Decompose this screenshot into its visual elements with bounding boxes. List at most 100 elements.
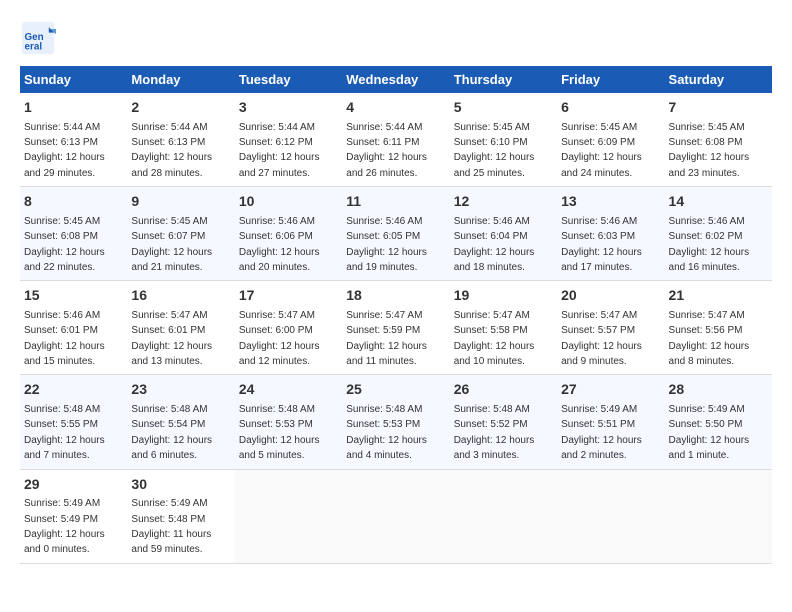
calendar-row: 22 Sunrise: 5:48 AMSunset: 5:55 PMDaylig…	[20, 375, 772, 469]
day-number: 15	[24, 286, 123, 306]
day-info: Sunrise: 5:44 AMSunset: 6:12 PMDaylight:…	[239, 122, 320, 179]
day-info: Sunrise: 5:45 AMSunset: 6:07 PMDaylight:…	[131, 216, 212, 273]
calendar-cell: 5 Sunrise: 5:45 AMSunset: 6:10 PMDayligh…	[450, 93, 557, 187]
day-info: Sunrise: 5:45 AMSunset: 6:08 PMDaylight:…	[669, 122, 750, 179]
calendar-cell: 27 Sunrise: 5:49 AMSunset: 5:51 PMDaylig…	[557, 375, 664, 469]
calendar-cell: 14 Sunrise: 5:46 AMSunset: 6:02 PMDaylig…	[665, 187, 772, 281]
day-info: Sunrise: 5:47 AMSunset: 5:58 PMDaylight:…	[454, 310, 535, 367]
day-info: Sunrise: 5:45 AMSunset: 6:10 PMDaylight:…	[454, 122, 535, 179]
day-number: 3	[239, 98, 338, 118]
day-info: Sunrise: 5:45 AMSunset: 6:08 PMDaylight:…	[24, 216, 105, 273]
calendar-cell: 23 Sunrise: 5:48 AMSunset: 5:54 PMDaylig…	[127, 375, 234, 469]
day-info: Sunrise: 5:47 AMSunset: 6:01 PMDaylight:…	[131, 310, 212, 367]
day-number: 14	[669, 192, 768, 212]
day-info: Sunrise: 5:46 AMSunset: 6:02 PMDaylight:…	[669, 216, 750, 273]
calendar-cell	[450, 469, 557, 563]
day-info: Sunrise: 5:45 AMSunset: 6:09 PMDaylight:…	[561, 122, 642, 179]
calendar-cell: 3 Sunrise: 5:44 AMSunset: 6:12 PMDayligh…	[235, 93, 342, 187]
calendar-cell: 6 Sunrise: 5:45 AMSunset: 6:09 PMDayligh…	[557, 93, 664, 187]
day-number: 29	[24, 475, 123, 495]
calendar-cell: 1 Sunrise: 5:44 AMSunset: 6:13 PMDayligh…	[20, 93, 127, 187]
calendar-cell: 25 Sunrise: 5:48 AMSunset: 5:53 PMDaylig…	[342, 375, 449, 469]
day-number: 10	[239, 192, 338, 212]
day-number: 23	[131, 380, 230, 400]
day-number: 6	[561, 98, 660, 118]
day-number: 30	[131, 475, 230, 495]
day-number: 1	[24, 98, 123, 118]
day-info: Sunrise: 5:44 AMSunset: 6:13 PMDaylight:…	[131, 122, 212, 179]
calendar-cell: 10 Sunrise: 5:46 AMSunset: 6:06 PMDaylig…	[235, 187, 342, 281]
calendar-cell: 13 Sunrise: 5:46 AMSunset: 6:03 PMDaylig…	[557, 187, 664, 281]
day-info: Sunrise: 5:47 AMSunset: 6:00 PMDaylight:…	[239, 310, 320, 367]
logo-icon: Gen eral	[20, 20, 56, 56]
weekday-header-row: SundayMondayTuesdayWednesdayThursdayFrid…	[20, 66, 772, 93]
day-info: Sunrise: 5:49 AMSunset: 5:51 PMDaylight:…	[561, 404, 642, 461]
calendar-row: 8 Sunrise: 5:45 AMSunset: 6:08 PMDayligh…	[20, 187, 772, 281]
calendar-cell: 7 Sunrise: 5:45 AMSunset: 6:08 PMDayligh…	[665, 93, 772, 187]
calendar-cell: 30 Sunrise: 5:49 AMSunset: 5:48 PMDaylig…	[127, 469, 234, 563]
calendar-cell	[557, 469, 664, 563]
day-number: 20	[561, 286, 660, 306]
day-number: 27	[561, 380, 660, 400]
calendar-table: SundayMondayTuesdayWednesdayThursdayFrid…	[20, 66, 772, 564]
calendar-cell: 2 Sunrise: 5:44 AMSunset: 6:13 PMDayligh…	[127, 93, 234, 187]
calendar-row: 29 Sunrise: 5:49 AMSunset: 5:49 PMDaylig…	[20, 469, 772, 563]
calendar-cell: 19 Sunrise: 5:47 AMSunset: 5:58 PMDaylig…	[450, 281, 557, 375]
calendar-cell	[235, 469, 342, 563]
calendar-cell: 29 Sunrise: 5:49 AMSunset: 5:49 PMDaylig…	[20, 469, 127, 563]
calendar-cell: 16 Sunrise: 5:47 AMSunset: 6:01 PMDaylig…	[127, 281, 234, 375]
calendar-cell: 21 Sunrise: 5:47 AMSunset: 5:56 PMDaylig…	[665, 281, 772, 375]
calendar-cell: 24 Sunrise: 5:48 AMSunset: 5:53 PMDaylig…	[235, 375, 342, 469]
calendar-cell: 9 Sunrise: 5:45 AMSunset: 6:07 PMDayligh…	[127, 187, 234, 281]
day-number: 26	[454, 380, 553, 400]
day-info: Sunrise: 5:49 AMSunset: 5:48 PMDaylight:…	[131, 498, 211, 555]
weekday-header: Sunday	[20, 66, 127, 93]
day-number: 24	[239, 380, 338, 400]
calendar-cell: 18 Sunrise: 5:47 AMSunset: 5:59 PMDaylig…	[342, 281, 449, 375]
day-number: 2	[131, 98, 230, 118]
day-info: Sunrise: 5:46 AMSunset: 6:03 PMDaylight:…	[561, 216, 642, 273]
day-info: Sunrise: 5:48 AMSunset: 5:53 PMDaylight:…	[346, 404, 427, 461]
calendar-row: 1 Sunrise: 5:44 AMSunset: 6:13 PMDayligh…	[20, 93, 772, 187]
day-info: Sunrise: 5:46 AMSunset: 6:01 PMDaylight:…	[24, 310, 105, 367]
day-info: Sunrise: 5:46 AMSunset: 6:06 PMDaylight:…	[239, 216, 320, 273]
day-info: Sunrise: 5:48 AMSunset: 5:52 PMDaylight:…	[454, 404, 535, 461]
day-info: Sunrise: 5:46 AMSunset: 6:04 PMDaylight:…	[454, 216, 535, 273]
calendar-cell: 26 Sunrise: 5:48 AMSunset: 5:52 PMDaylig…	[450, 375, 557, 469]
weekday-header: Saturday	[665, 66, 772, 93]
day-number: 13	[561, 192, 660, 212]
day-info: Sunrise: 5:47 AMSunset: 5:59 PMDaylight:…	[346, 310, 427, 367]
calendar-cell: 11 Sunrise: 5:46 AMSunset: 6:05 PMDaylig…	[342, 187, 449, 281]
day-number: 8	[24, 192, 123, 212]
calendar-cell: 20 Sunrise: 5:47 AMSunset: 5:57 PMDaylig…	[557, 281, 664, 375]
weekday-header: Thursday	[450, 66, 557, 93]
day-number: 22	[24, 380, 123, 400]
day-number: 12	[454, 192, 553, 212]
day-info: Sunrise: 5:48 AMSunset: 5:53 PMDaylight:…	[239, 404, 320, 461]
day-info: Sunrise: 5:48 AMSunset: 5:54 PMDaylight:…	[131, 404, 212, 461]
calendar-cell: 4 Sunrise: 5:44 AMSunset: 6:11 PMDayligh…	[342, 93, 449, 187]
day-info: Sunrise: 5:47 AMSunset: 5:56 PMDaylight:…	[669, 310, 750, 367]
day-info: Sunrise: 5:44 AMSunset: 6:11 PMDaylight:…	[346, 122, 427, 179]
day-info: Sunrise: 5:47 AMSunset: 5:57 PMDaylight:…	[561, 310, 642, 367]
day-info: Sunrise: 5:49 AMSunset: 5:50 PMDaylight:…	[669, 404, 750, 461]
day-number: 4	[346, 98, 445, 118]
day-info: Sunrise: 5:48 AMSunset: 5:55 PMDaylight:…	[24, 404, 105, 461]
day-number: 11	[346, 192, 445, 212]
calendar-cell: 17 Sunrise: 5:47 AMSunset: 6:00 PMDaylig…	[235, 281, 342, 375]
calendar-cell: 8 Sunrise: 5:45 AMSunset: 6:08 PMDayligh…	[20, 187, 127, 281]
weekday-header: Monday	[127, 66, 234, 93]
svg-text:eral: eral	[25, 42, 43, 53]
weekday-header: Friday	[557, 66, 664, 93]
day-number: 28	[669, 380, 768, 400]
calendar-cell: 28 Sunrise: 5:49 AMSunset: 5:50 PMDaylig…	[665, 375, 772, 469]
day-number: 19	[454, 286, 553, 306]
day-number: 18	[346, 286, 445, 306]
day-number: 17	[239, 286, 338, 306]
calendar-cell: 15 Sunrise: 5:46 AMSunset: 6:01 PMDaylig…	[20, 281, 127, 375]
day-number: 21	[669, 286, 768, 306]
day-number: 9	[131, 192, 230, 212]
weekday-header: Tuesday	[235, 66, 342, 93]
calendar-cell: 22 Sunrise: 5:48 AMSunset: 5:55 PMDaylig…	[20, 375, 127, 469]
day-number: 16	[131, 286, 230, 306]
